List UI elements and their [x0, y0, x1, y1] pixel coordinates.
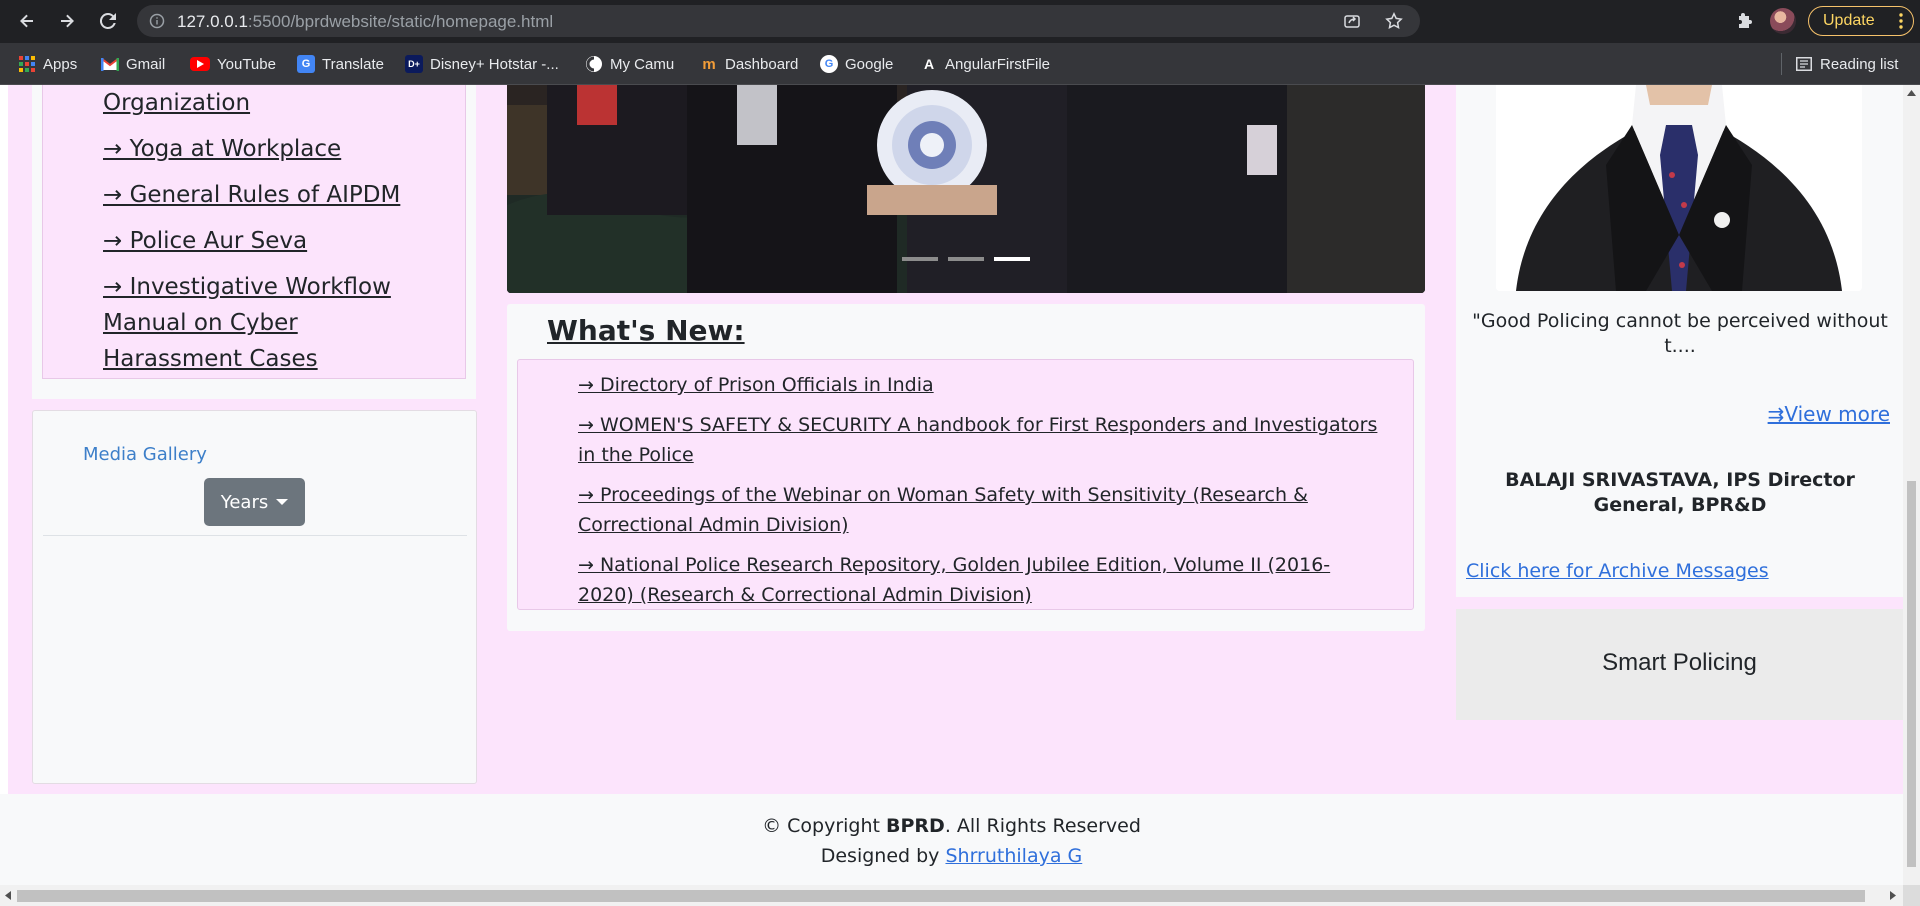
reading-list-button[interactable]: Reading list	[1795, 53, 1898, 75]
link-general-rules-aipdm[interactable]: → General Rules of AIPDM	[103, 177, 443, 213]
news-item-prison-directory[interactable]: → Directory of Prison Officials in India	[578, 370, 1378, 400]
carousel-indicator-3-active[interactable]	[994, 257, 1030, 261]
director-portrait	[1496, 85, 1862, 291]
browser-toolbar: 127.0.0.1:5500/bprdwebsite/static/homepa…	[0, 0, 1920, 43]
carousel-indicator-1[interactable]	[902, 257, 938, 261]
bookmark-label: YouTube	[217, 55, 276, 73]
designer-link[interactable]: Shrruthilaya G	[945, 845, 1082, 867]
designed-by-line: Designed by Shrruthilaya G	[0, 845, 1903, 867]
camu-icon	[585, 55, 603, 73]
bookmarks-bar: Apps Gmail YouTube G Translate D+ Disney…	[0, 43, 1920, 85]
extensions-puzzle-icon[interactable]	[1735, 11, 1755, 31]
reload-icon[interactable]	[95, 8, 121, 34]
reading-list-icon	[1795, 55, 1813, 73]
menu-dots-icon	[1899, 13, 1903, 29]
bookmark-translate[interactable]: G Translate	[297, 53, 384, 75]
url-text[interactable]: 127.0.0.1:5500/bprdwebsite/static/homepa…	[177, 12, 553, 32]
horizontal-scrollbar[interactable]	[0, 885, 1903, 906]
bookmark-camu[interactable]: My Camu	[585, 53, 674, 75]
bookmark-label: Gmail	[126, 55, 166, 73]
designed-by-label: Designed by	[820, 845, 946, 867]
carousel-indicator-2[interactable]	[948, 257, 984, 261]
google-icon: G	[820, 55, 838, 73]
translate-icon: G	[297, 55, 315, 73]
bookmark-star-icon[interactable]	[1385, 12, 1403, 30]
bookmark-label: Apps	[43, 55, 78, 73]
copyright-prefix: © Copyright	[762, 815, 887, 837]
divider	[43, 535, 467, 536]
bookmark-youtube[interactable]: YouTube	[190, 53, 276, 75]
link-yoga-at-workplace[interactable]: → Yoga at Workplace	[103, 131, 443, 167]
scroll-up-arrow-icon[interactable]	[1907, 90, 1916, 96]
scrollbar-corner	[1903, 885, 1920, 906]
vertical-scrollbar[interactable]	[1903, 85, 1920, 885]
profile-avatar[interactable]	[1770, 8, 1796, 34]
site-info-icon[interactable]	[149, 13, 165, 29]
youtube-icon	[190, 57, 210, 71]
years-dropdown-button[interactable]: Years	[204, 478, 305, 526]
page-viewport: Organization → Yoga at Workplace → Gener…	[0, 85, 1903, 885]
caret-down-icon	[276, 499, 289, 505]
dashboard-icon: m	[702, 55, 716, 73]
bookmark-angular[interactable]: A AngularFirstFile	[920, 53, 1050, 75]
scroll-right-arrow-icon[interactable]	[1890, 891, 1896, 900]
whats-new-card: What's New: → Directory of Prison Offici…	[507, 304, 1425, 631]
bookmark-gmail[interactable]: Gmail	[101, 53, 165, 75]
bookmark-label: Disney+ Hotstar -...	[430, 55, 559, 73]
link-investigative-workflow-manual[interactable]: → Investigative Workflow Manual on Cyber…	[103, 269, 443, 377]
update-button[interactable]: Update	[1808, 6, 1914, 36]
years-label: Years	[220, 491, 269, 513]
link-organization[interactable]: Organization	[103, 85, 443, 121]
bookmark-google[interactable]: G Google	[820, 53, 893, 75]
apps-grid-icon	[18, 55, 36, 73]
view-more-link[interactable]: ⇉View more	[1768, 402, 1890, 426]
link-police-aur-seva[interactable]: → Police Aur Seva	[103, 223, 443, 259]
photo-carousel[interactable]	[507, 85, 1425, 293]
carousel-image	[507, 85, 1425, 293]
copyright-suffix: . All Rights Reserved	[944, 815, 1141, 837]
quick-links-list: Organization → Yoga at Workplace → Gener…	[42, 85, 466, 379]
main-content-area: Organization → Yoga at Workplace → Gener…	[8, 85, 1903, 794]
bookmark-label: My Camu	[610, 55, 675, 73]
page-footer: © Copyright BPRD. All Rights Reserved De…	[0, 794, 1903, 885]
bookmark-apps[interactable]: Apps	[18, 53, 77, 75]
quick-links-card: Organization → Yoga at Workplace → Gener…	[32, 85, 476, 399]
news-item-research-repository[interactable]: → National Police Research Repository, G…	[578, 550, 1378, 610]
bookmark-dashboard[interactable]: m Dashboard	[700, 53, 798, 75]
director-message-card: "Good Policing cannot be perceived witho…	[1456, 85, 1903, 597]
angular-icon: A	[923, 56, 935, 72]
archive-messages-link[interactable]: Click here for Archive Messages	[1466, 560, 1769, 582]
share-icon[interactable]	[1343, 12, 1361, 30]
news-item-womens-safety-handbook[interactable]: → WOMEN'S SAFETY & SECURITY A handbook f…	[578, 410, 1378, 470]
back-icon[interactable]	[14, 8, 40, 34]
bookmark-label: Dashboard	[725, 55, 799, 73]
smart-policing-title: Smart Policing	[1602, 649, 1757, 676]
forward-icon[interactable]	[54, 8, 80, 34]
bookmark-hotstar[interactable]: D+ Disney+ Hotstar -...	[405, 53, 559, 75]
whats-new-title: What's New:	[547, 314, 745, 347]
smart-policing-card[interactable]: Smart Policing	[1456, 609, 1903, 720]
copyright-line: © Copyright BPRD. All Rights Reserved	[0, 815, 1903, 837]
bookmarks-separator	[1781, 53, 1782, 75]
gmail-icon	[101, 55, 119, 73]
media-gallery-card: Media Gallery Years	[32, 410, 477, 784]
address-bar[interactable]: 127.0.0.1:5500/bprdwebsite/static/homepa…	[137, 5, 1420, 37]
news-item-webinar-proceedings[interactable]: → Proceedings of the Webinar on Woman Sa…	[578, 480, 1378, 540]
bookmark-label: AngularFirstFile	[945, 55, 1051, 73]
reading-list-label: Reading list	[1820, 55, 1899, 73]
director-name: BALAJI SRIVASTAVA, IPS Director General,…	[1505, 469, 1855, 516]
media-gallery-link[interactable]: Media Gallery	[83, 444, 207, 465]
bookmark-label: Translate	[322, 55, 384, 73]
director-quote: "Good Policing cannot be perceived witho…	[1472, 310, 1888, 357]
horizontal-scrollbar-thumb[interactable]	[17, 890, 1865, 902]
hotstar-icon: D+	[405, 55, 423, 73]
scroll-left-arrow-icon[interactable]	[5, 891, 11, 900]
brand-name: BPRD	[886, 815, 945, 837]
bookmark-label: Google	[845, 55, 894, 73]
vertical-scrollbar-thumb[interactable]	[1907, 481, 1916, 867]
whats-new-list: → Directory of Prison Officials in India…	[517, 359, 1414, 610]
